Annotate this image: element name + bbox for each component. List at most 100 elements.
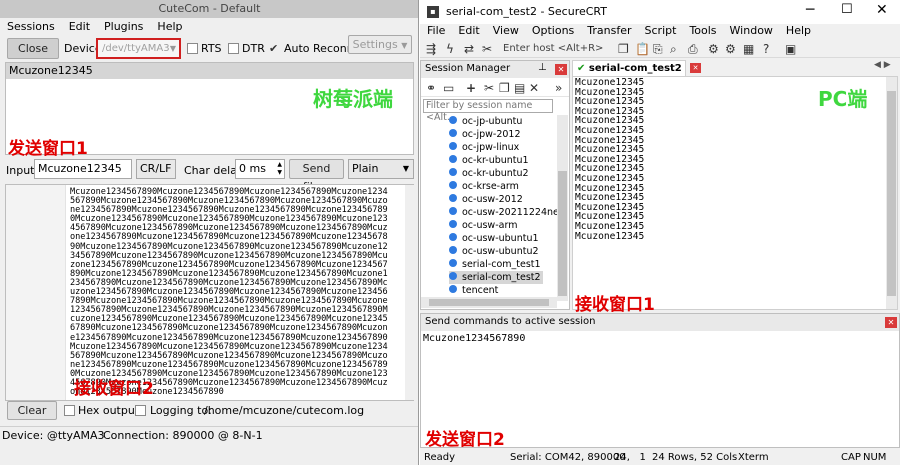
close-icon[interactable]: ✕	[690, 63, 701, 73]
delete-icon[interactable]: ✕	[529, 81, 539, 95]
session-label: oc-jpw-linux	[462, 142, 520, 153]
close-icon[interactable]: ✕	[885, 317, 897, 328]
map-keys-icon[interactable]: ▣	[785, 42, 796, 56]
session-item[interactable]: oc-usw-2012	[449, 193, 523, 206]
session-item[interactable]: oc-jp-ubuntu	[449, 115, 522, 128]
session-manager-title: Session Manager	[421, 61, 569, 78]
session-icon	[449, 207, 457, 215]
global-options-icon[interactable]: ⚙	[725, 42, 736, 56]
menu-view[interactable]: View	[486, 24, 525, 39]
session-item[interactable]: oc-usw-arm	[449, 219, 517, 232]
list-item[interactable]: Mcuzone12345	[6, 63, 413, 79]
mode-select[interactable]: Plain ▼	[348, 159, 414, 179]
line-ending-select[interactable]: CR/LF ▼	[136, 159, 176, 192]
session-item[interactable]: oc-usw-ubuntu1	[449, 232, 539, 245]
copy-icon[interactable]: ❐	[618, 42, 629, 56]
copy-paste-icon[interactable]: ⎘	[653, 42, 663, 56]
send-file-button[interactable]: Send file...	[289, 159, 344, 193]
sftp-icon[interactable]: ▦	[743, 42, 754, 56]
session-item[interactable]: oc-usw-20211224ne	[449, 206, 559, 219]
scrollbar[interactable]	[405, 185, 414, 400]
session-icon	[449, 142, 457, 150]
help-icon[interactable]: ?	[763, 42, 769, 56]
session-item[interactable]: serial-com_test1	[449, 258, 541, 271]
menu-options[interactable]: Options	[525, 24, 580, 39]
print-icon[interactable]: ⎙	[688, 42, 698, 56]
logging-checkbox[interactable]	[135, 405, 146, 416]
rts-checkbox[interactable]	[187, 43, 198, 54]
disconnect-icon[interactable]: ✂	[482, 42, 492, 56]
more-icon[interactable]: »	[555, 81, 562, 95]
menu-file[interactable]: File	[420, 24, 451, 39]
reconnect-icon[interactable]: ⇄	[464, 42, 474, 56]
scrollbar-thumb[interactable]	[429, 299, 549, 306]
scrollbar-thumb[interactable]	[887, 91, 896, 296]
menu-script[interactable]: Script	[638, 24, 683, 39]
session-item[interactable]: oc-usw-ubuntu2	[449, 245, 539, 258]
menu-plugins[interactable]: Plugins	[97, 18, 150, 36]
session-icon	[449, 220, 457, 228]
session-item[interactable]: oc-jpw-2012	[449, 128, 521, 141]
minimize-icon[interactable]: ─	[806, 2, 814, 18]
session-item[interactable]: oc-jpw-linux	[449, 141, 519, 154]
close-icon[interactable]: ✕	[876, 2, 888, 18]
paste-icon[interactable]: 📋	[635, 42, 650, 56]
pin-icon[interactable]: ⊥	[538, 62, 547, 73]
annotation-send-window-1: 发送窗口1	[8, 139, 88, 159]
quick-connect-icon[interactable]: ϟ	[446, 42, 454, 56]
session-filter-input[interactable]: Filter by session name <Alt...	[423, 99, 553, 123]
menu-help[interactable]: Help	[150, 18, 189, 36]
tab-serial-com-test2[interactable]: ✔ serial-com_test2	[572, 60, 686, 76]
char-delay-spinbox[interactable]: 0 ms ▲ ▼	[235, 159, 285, 179]
device-select[interactable]: /dev/ttyAMA3 ▼	[96, 38, 181, 59]
command-text[interactable]: Mcuzone1234567890	[423, 333, 525, 344]
status-ready: Ready	[424, 452, 456, 463]
enter-host-field[interactable]: Enter host <Alt+R>	[503, 43, 603, 54]
menu-edit[interactable]: Edit	[62, 18, 97, 36]
settings-button[interactable]: Settings ▼	[348, 35, 412, 54]
menu-help[interactable]: Help	[779, 24, 817, 39]
log-path[interactable]: /home/mcuzone/cutecom.log	[204, 404, 364, 417]
input-field[interactable]: Mcuzone12345	[34, 159, 132, 179]
hex-output-checkbox[interactable]	[64, 405, 75, 416]
cutecom-window: CuteCom - Default Sessions Edit Plugins …	[0, 0, 419, 465]
session-item[interactable]: tencent	[449, 284, 498, 297]
find-icon[interactable]: ⌕	[670, 42, 677, 56]
session-item[interactable]: oc-krse-arm	[449, 180, 519, 193]
session-item[interactable]: oc-kr-ubuntu1	[449, 154, 529, 167]
session-item-selected[interactable]: serial-com_test2	[449, 271, 543, 284]
status-serial: Serial: COM42, 890000	[510, 452, 626, 463]
dtr-checkbox[interactable]	[228, 43, 239, 54]
maximize-icon[interactable]: ☐	[841, 2, 853, 17]
menu-transfer[interactable]: Transfer	[580, 24, 637, 39]
settings-label: Settings	[352, 38, 398, 51]
clear-button[interactable]: Clear	[7, 401, 57, 420]
session-label: oc-usw-ubuntu1	[462, 233, 539, 244]
chevron-down-icon: ▼	[169, 44, 176, 53]
connect-icon[interactable]: ⇶	[426, 42, 436, 56]
connected-check-icon: ✔	[577, 63, 586, 74]
status-cap: CAP	[841, 452, 861, 463]
close-icon[interactable]: ✕	[555, 64, 567, 75]
session-item[interactable]: oc-kr-ubuntu2	[449, 167, 529, 180]
output-gutter	[6, 185, 66, 400]
menu-edit[interactable]: Edit	[451, 24, 485, 39]
menu-sessions[interactable]: Sessions	[0, 18, 62, 36]
close-button[interactable]: Close	[7, 38, 59, 59]
menu-tools[interactable]: Tools	[682, 24, 722, 39]
annotation-receive-window-2: 接收窗口2	[74, 379, 154, 399]
auto-reconnect-checkbox[interactable]: ✔	[269, 43, 278, 54]
line-ending-value: CR/LF	[140, 162, 172, 175]
paste-icon[interactable]: ▤	[514, 81, 525, 95]
copy-icon[interactable]: ❐	[499, 81, 510, 95]
tab-nav-arrows-icon[interactable]: ◀ ▶	[874, 60, 891, 70]
add-icon[interactable]: +	[466, 81, 476, 95]
scrollbar-thumb[interactable]	[558, 171, 567, 296]
link-icon[interactable]: ⚭	[426, 81, 436, 95]
gear-icon[interactable]: ⚙	[708, 42, 719, 56]
receive-output-area[interactable]: Mcuzone1234567890Mcuzone1234567890Mcuzon…	[5, 184, 414, 401]
menu-window[interactable]: Window	[723, 24, 779, 39]
folder-icon[interactable]: ▭	[443, 81, 454, 95]
cut-icon[interactable]: ✂	[484, 81, 494, 95]
session-label: serial-com_test1	[462, 259, 541, 270]
